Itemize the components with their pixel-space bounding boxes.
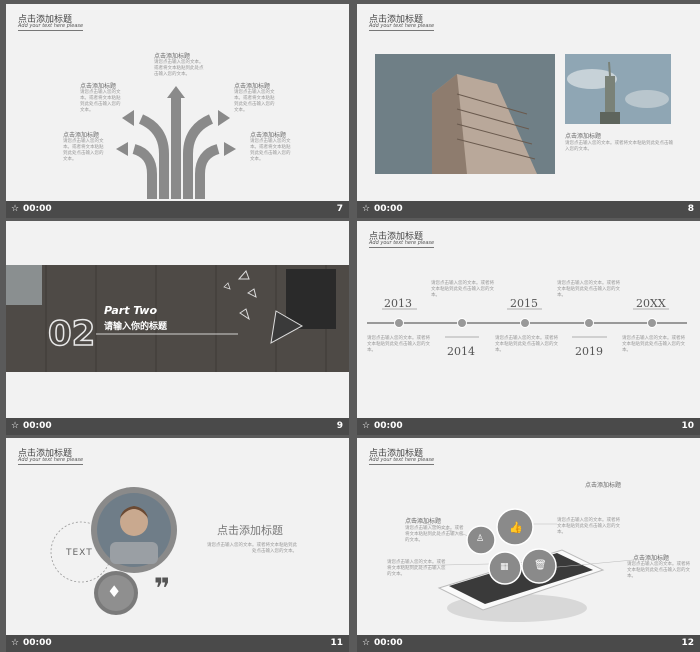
slide-7[interactable]: 点击添加标题 Add your text here please 点击添加标题 …	[6, 4, 349, 218]
text-right: 请您点击输入您的文本。或者将文本粘贴到此处点击输入您的文本。	[627, 562, 690, 579]
photo-flatiron	[375, 54, 671, 174]
timeline-text-5: 请您点击输入您的文本。或者将文本粘贴到此处点击输入您的文本。	[622, 336, 685, 353]
timeline-graphic	[367, 308, 687, 338]
text-left-1: 请您点击输入您的文本。或者将文本粘贴到此处点击输入您的文本。	[80, 90, 121, 113]
text-left: 请您点击输入您的文本。或者将文本粘贴到此处点击输入您的文本。	[387, 560, 446, 577]
slide-12[interactable]: 点击添加标题 Add your text here please ♙ 👍 ▦ 🗑…	[357, 438, 700, 652]
building-icon: ▦	[500, 562, 509, 572]
timeline-text-2: 请您点击输入您的文本。或者将文本粘贴到此处点击输入您的文本。	[557, 281, 620, 298]
timeline-text-3: 请您点击输入您的文本。或者将文本粘贴到此处点击输入您的文本。	[367, 336, 430, 353]
star-icon: ☆	[362, 204, 371, 214]
year-2014: 2014	[447, 345, 475, 358]
label-right: 点击添加标题	[633, 555, 670, 562]
label-right-1: 点击添加标题	[234, 83, 271, 90]
section-subtitle: 请输入你的标题	[104, 322, 168, 332]
year-20xx: 20XX	[636, 297, 666, 310]
year-2015: 2015	[510, 297, 538, 310]
circle-text: TEXT	[66, 548, 93, 558]
photo-caption-text: 请您点击输入您的文本。或者将文本粘贴到此处点击输入您的文本。	[565, 141, 673, 152]
quote-mark: ❞	[154, 572, 171, 605]
star-icon: ☆	[11, 204, 20, 214]
slide-bar: ☆ 00:00 7	[6, 201, 349, 218]
label-top: 点击添加标题	[154, 53, 191, 60]
label-left-2: 点击添加标题	[63, 132, 100, 139]
user-icon: ♙	[476, 534, 485, 544]
slide-11[interactable]: 点击添加标题 Add your text here please ♦ TEXT …	[6, 438, 349, 652]
slide-bar: ☆ 00:00 11	[6, 635, 349, 652]
trash-icon: 🗑	[534, 560, 547, 571]
timeline-text-1: 请您点击输入您的文本。或者将文本粘贴到此处点击输入您的文本。	[431, 281, 494, 298]
photo-caption-title: 点击添加标题	[565, 133, 602, 140]
slide-bar: ☆ 00:00 10	[357, 418, 700, 435]
part-label: Part Two	[104, 304, 158, 317]
label-top-left: 点击添加标题	[405, 518, 442, 525]
label-left-1: 点击添加标题	[80, 83, 117, 90]
text-left-2: 请您点击输入您的文本。或者将文本粘贴到此处点击输入您的文本。	[63, 139, 104, 162]
slide-bar: ☆ 00:00 9	[6, 418, 349, 435]
slide-8[interactable]: 点击添加标题 Add your text here please 点击添加标题 …	[357, 4, 700, 218]
star-icon: ☆	[11, 638, 20, 648]
year-2013: 2013	[384, 297, 412, 310]
slide-bar: ☆ 00:00 12	[357, 635, 700, 652]
content-title: 点击添加标题	[217, 524, 283, 537]
star-icon: ☆	[362, 638, 371, 648]
year-2019: 2019	[575, 345, 603, 358]
arrows-graphic	[116, 86, 236, 199]
slide-bar: ☆ 00:00 8	[357, 201, 700, 218]
text-top-right: 请您点击输入您的文本。或者将文本粘贴到此处点击输入您的文本。	[557, 518, 620, 535]
timeline-text-4: 请您点击输入您的文本。或者将文本粘贴到此处点击输入您的文本。	[495, 336, 558, 353]
text-right-2: 请您点击输入您的文本。或者将文本粘贴到此处点击输入您的文本。	[250, 139, 291, 162]
star-icon: ☆	[11, 421, 20, 431]
slide-10[interactable]: 点击添加标题 Add your text here please 2013 20…	[357, 221, 700, 435]
diamond-icon: ♦	[107, 582, 122, 601]
star-icon: ☆	[362, 421, 371, 431]
thumbs-up-icon: 👍	[509, 521, 523, 534]
section-number: 02	[47, 313, 96, 355]
label-top-right: 点击添加标题	[585, 482, 622, 489]
text-top-left: 请您点击输入您的文本。或者将文本粘贴到此处点击输入您的文本。	[405, 526, 464, 543]
slide-9[interactable]: 02 Part Two 请输入你的标题 ☆ 00:00 9	[6, 221, 349, 435]
portrait-graphic	[50, 487, 177, 615]
text-right-1: 请您点击输入您的文本。或者将文本粘贴到此处点击输入您的文本。	[234, 90, 275, 113]
text-top: 请您点击输入您的文本。或者将文本粘贴到此处点击输入您的文本。	[154, 60, 204, 77]
label-right-2: 点击添加标题	[250, 132, 287, 139]
content-text: 请您点击输入您的文本。或者将文本粘贴到此处点击输入您的文本。	[207, 543, 297, 554]
